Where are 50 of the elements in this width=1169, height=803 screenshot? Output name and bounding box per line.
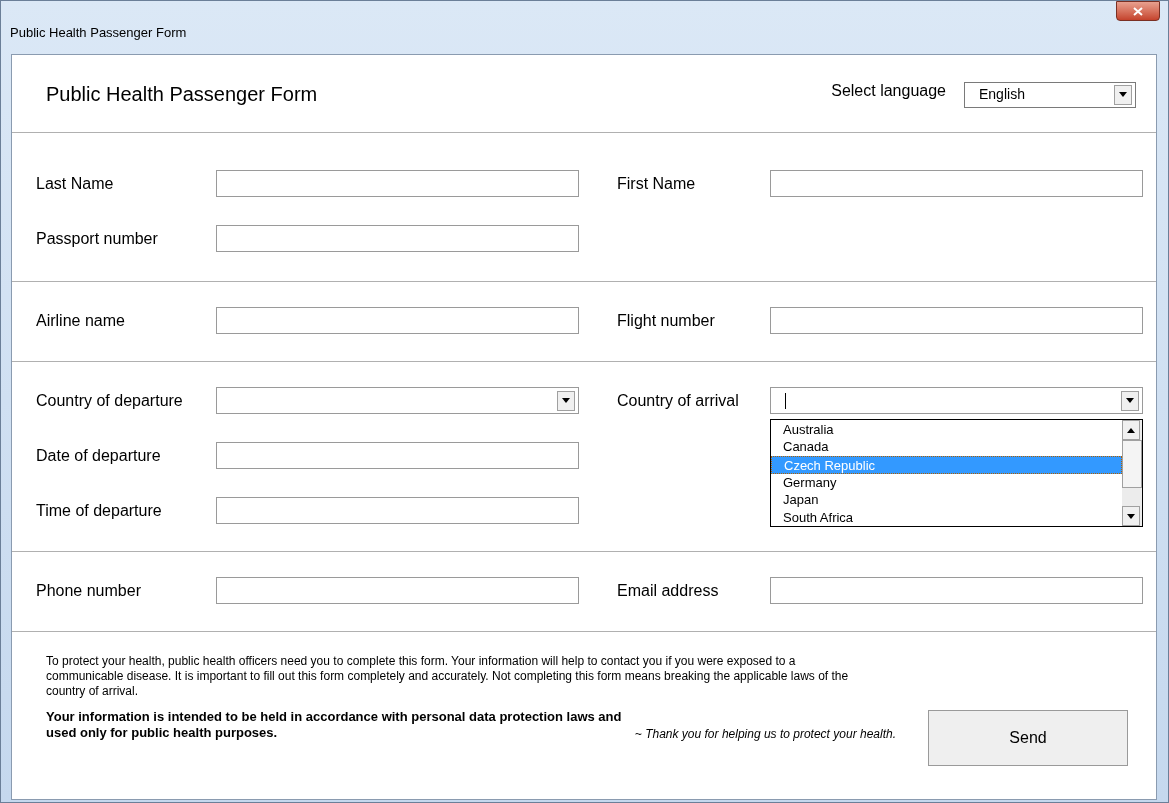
dropdown-option[interactable]: Japan [771, 491, 1122, 509]
window-title: Public Health Passenger Form [10, 24, 187, 42]
input-field[interactable] [216, 497, 579, 524]
dropdown-field[interactable] [770, 387, 1143, 414]
thanks-text: ~ Thank you for helping us to protect your health. [634, 726, 896, 743]
input-field[interactable] [770, 170, 1143, 197]
dropdown-button[interactable] [557, 390, 575, 411]
notice-text: To protect your health, public health officers need you to complete this form. Your information will help to contact you if you were exposed to a communicable disease. It is important to fill out this form completely and accurately. Not completing this form means breaking the applicable laws of the country of arrival. [46, 654, 850, 699]
input-field[interactable] [216, 307, 579, 334]
dropdown-option[interactable]: Canada [771, 438, 1122, 456]
input-field[interactable] [770, 307, 1143, 334]
down-arrow-icon [1127, 513, 1135, 519]
privacy-text: Your information is intended to be held in accordance with personal data protection laws and used only for public health purposes. [46, 709, 623, 741]
send-button[interactable]: Send [928, 710, 1128, 766]
text-cursor [785, 392, 786, 409]
field-label: Email address [617, 580, 720, 601]
input-field[interactable] [770, 577, 1143, 604]
input-field[interactable] [216, 442, 579, 469]
input-field[interactable] [216, 225, 579, 252]
dropdown-button[interactable] [1122, 420, 1140, 440]
field-label: Passport number [36, 228, 159, 249]
field-label: Date of departure [36, 445, 162, 466]
field-label: Country of departure [36, 390, 184, 411]
field-label: First Name [617, 173, 697, 194]
field-label: Select language [831, 80, 946, 101]
dropdown-field[interactable] [216, 387, 579, 414]
field-label: Flight number [617, 310, 716, 331]
input-field[interactable] [216, 577, 579, 604]
field-label: Country of arrival [617, 390, 740, 411]
form-title: Public Health Passenger Form [46, 81, 318, 107]
scrollbar[interactable] [1122, 420, 1142, 526]
field-label: Last Name [36, 173, 115, 194]
dropdown-button[interactable] [1122, 506, 1140, 526]
field-label: Time of departure [36, 500, 163, 521]
dropdown-button[interactable] [1114, 84, 1132, 105]
language-dropdown[interactable]: English [964, 81, 1136, 108]
close-icon [1133, 6, 1143, 16]
field-label: Airline name [36, 310, 126, 331]
field-label: Phone number [36, 580, 142, 601]
up-arrow-icon [1127, 427, 1135, 433]
down-arrow-icon [562, 398, 570, 403]
dropdown-option[interactable]: South Africa [771, 508, 1122, 527]
down-arrow-icon [1119, 92, 1127, 97]
dropdown-option[interactable]: Germany [771, 473, 1122, 492]
dropdown-button[interactable] [1121, 390, 1139, 411]
scrollbar-thumb[interactable] [1122, 440, 1142, 488]
input-field[interactable] [216, 170, 579, 197]
dropdown-option[interactable]: Australia [771, 421, 1122, 439]
down-arrow-icon [1126, 398, 1134, 403]
close-button[interactable] [1116, 1, 1160, 21]
